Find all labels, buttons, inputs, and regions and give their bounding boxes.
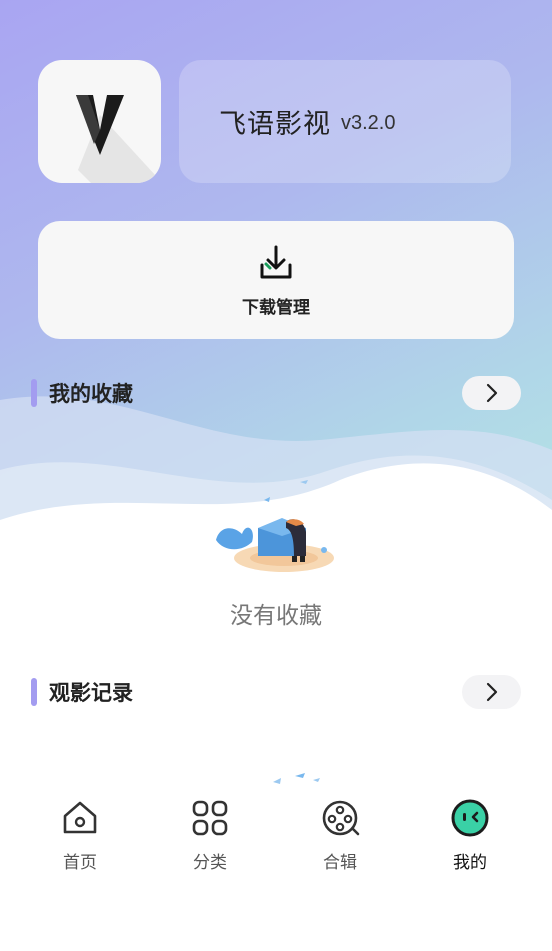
tab-collection[interactable]: 合辑 (275, 784, 405, 904)
favorites-section-header: 我的收藏 (31, 376, 521, 410)
history-section-header: 观影记录 (31, 675, 521, 709)
download-icon (260, 245, 292, 278)
app-version: v3.2.0 (341, 112, 396, 134)
tab-home-label: 首页 (63, 853, 97, 873)
home-icon (63, 801, 97, 834)
chevron-right-icon (486, 383, 497, 403)
empty-box-illustration (216, 480, 334, 572)
bottom-tab-bar: 首页 分类 合辑 我的 (0, 784, 552, 904)
chevron-right-icon (486, 682, 497, 702)
tab-mine[interactable]: 我的 (405, 784, 535, 904)
app-info-card: 飞语影视 v3.2.0 (179, 60, 511, 183)
download-manager-button[interactable]: 下载管理 (38, 221, 514, 339)
tab-category-label: 分类 (193, 853, 227, 873)
tab-mine-label: 我的 (453, 853, 487, 873)
history-title: 观影记录 (49, 681, 133, 705)
favorites-empty-text: 没有收藏 (230, 603, 322, 629)
app-name: 飞语影视 (219, 109, 331, 140)
section-accent-bar (31, 379, 37, 407)
film-reel-icon (322, 800, 360, 836)
profile-face-icon (451, 799, 489, 837)
history-more-button[interactable] (462, 675, 521, 709)
download-manager-label: 下载管理 (242, 297, 310, 318)
tab-collection-label: 合辑 (323, 853, 357, 873)
tab-home[interactable]: 首页 (15, 784, 145, 904)
favorites-title: 我的收藏 (49, 382, 133, 406)
grid-icon (192, 800, 228, 836)
app-logo (38, 60, 161, 183)
favorites-more-button[interactable] (462, 376, 521, 410)
section-accent-bar (31, 678, 37, 706)
tab-category[interactable]: 分类 (145, 784, 275, 904)
